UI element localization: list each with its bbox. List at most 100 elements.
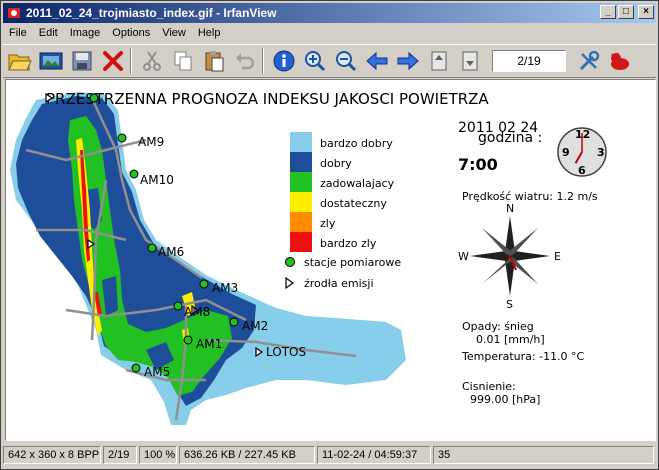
copy-button[interactable]: [169, 47, 197, 75]
precipitation-value: 0.01 [mm/h]: [476, 333, 545, 346]
legend-emission-label: źrodła emisji: [304, 277, 374, 290]
clock-icon: 12 3 6 9: [557, 127, 607, 177]
menu-image[interactable]: Image: [64, 27, 107, 39]
previous-button[interactable]: [363, 47, 391, 75]
legend-swatch-dostateczny: [290, 192, 312, 212]
zoom-in-button[interactable]: [301, 47, 329, 75]
station-label-am1: AM1: [196, 337, 222, 351]
open-button[interactable]: [6, 47, 34, 75]
scissors-icon: [143, 51, 161, 71]
legend-label-bardzo-zly: bardzo zly: [320, 237, 377, 250]
status-dimensions: 642 x 360 x 8 BPP: [3, 446, 101, 464]
legend-stations-label: stacje pomiarowe: [304, 256, 401, 269]
paste-clipboard-icon: [205, 51, 224, 72]
maximize-button[interactable]: □: [618, 5, 634, 19]
station-marker: [131, 363, 141, 373]
legend-label-bardzo-dobry: bardzo dobry: [320, 137, 393, 150]
station-label-am10: AM10: [140, 173, 174, 187]
station-marker: [183, 335, 193, 345]
station-marker: [229, 317, 239, 327]
station-label-am2: AM2: [242, 319, 268, 333]
legend-label-zly: zly: [320, 217, 336, 230]
menu-file[interactable]: File: [3, 27, 33, 39]
station-marker: [147, 243, 157, 253]
window-title: 2011_02_24_trojmiasto_index.gif - IrfanV…: [26, 6, 277, 20]
temperature: Temperatura: -11.0 °C: [461, 350, 585, 363]
station-marker: [199, 279, 209, 289]
status-extra: 35: [433, 446, 654, 464]
folder-open-icon: [8, 54, 32, 71]
settings-button[interactable]: [575, 47, 603, 75]
precipitation-label: Opady: śnieg: [462, 320, 534, 333]
thumbnails-button[interactable]: [37, 47, 65, 75]
station-label-am8: AM8: [184, 305, 210, 319]
arrow-right-icon: [397, 51, 419, 71]
station-marker: [89, 93, 99, 103]
toolbar: 2/19: [3, 44, 656, 78]
menu-edit[interactable]: Edit: [33, 27, 64, 39]
page-up-icon: [431, 51, 447, 71]
irfanview-app-icon: [8, 8, 20, 18]
status-zoom: 100 %: [139, 446, 177, 464]
tools-icon: [579, 50, 600, 71]
menu-help[interactable]: Help: [192, 27, 227, 39]
station-label-am9: AM9: [138, 135, 164, 149]
status-datetime: 11-02-24 / 04:59:37: [317, 446, 431, 464]
forecast-hour: 7:00: [458, 155, 498, 174]
status-page: 2/19: [103, 446, 137, 464]
compass-label-n: N: [506, 202, 514, 215]
copy-icon: [174, 51, 192, 71]
legend-swatch-dobry: [290, 152, 312, 172]
hour-label: godzina :: [478, 130, 542, 146]
zoom-out-button[interactable]: [332, 47, 360, 75]
about-button[interactable]: [606, 47, 634, 75]
station-label-lotos: LOTOS: [266, 345, 306, 359]
thumbnails-icon: [39, 52, 63, 70]
menu-options[interactable]: Options: [106, 27, 156, 39]
legend-label-dobry: dobry: [320, 157, 352, 170]
pressure-label: Cisnienie:: [462, 380, 516, 393]
compass-label-w: W: [458, 250, 469, 263]
last-page-button[interactable]: [456, 47, 484, 75]
minimize-button[interactable]: _: [600, 5, 616, 19]
clock-numeral-6: 6: [578, 164, 586, 177]
clock-numeral-9: 9: [562, 146, 570, 159]
legend-station-marker: [285, 257, 295, 267]
legend-swatch-bardzo-dobry: [290, 132, 312, 152]
pressure-value: 999.00 [hPa]: [470, 393, 540, 406]
title-bar[interactable]: 2011_02_24_trojmiasto_index.gif - IrfanV…: [3, 3, 656, 23]
station-label-am5: AM5: [144, 365, 170, 379]
undo-button[interactable]: [231, 47, 259, 75]
cut-button[interactable]: [138, 47, 166, 75]
menu-view[interactable]: View: [156, 27, 192, 39]
delete-button[interactable]: [99, 47, 127, 75]
toolbar-separator: [130, 48, 132, 74]
irfanview-window: 2011_02_24_trojmiasto_index.gif - IrfanV…: [0, 0, 659, 470]
info-icon: [273, 50, 295, 72]
compass-label-e: E: [554, 250, 561, 263]
info-button[interactable]: [270, 47, 298, 75]
station-label-am6: AM6: [158, 245, 184, 259]
station-marker: [173, 301, 183, 311]
image-canvas[interactable]: PRZESTRZENNA PROGNOZA INDEKSU JAKOSCI PO…: [5, 79, 656, 441]
station-marker: [117, 133, 127, 143]
legend-swatch-zadowalajacy: [290, 172, 312, 192]
save-button[interactable]: [68, 47, 96, 75]
first-page-button[interactable]: [425, 47, 453, 75]
undo-arrow-icon: [236, 53, 255, 70]
paste-button[interactable]: [200, 47, 228, 75]
close-button[interactable]: ×: [638, 5, 654, 19]
arrow-left-icon: [366, 51, 388, 71]
clock-numeral-3: 3: [597, 146, 605, 159]
air-quality-forecast-map: PRZESTRZENNA PROGNOZA INDEKSU JAKOSCI PO…: [6, 80, 648, 440]
next-button[interactable]: [394, 47, 422, 75]
delete-x-icon: [103, 51, 123, 71]
legend-label-dostateczny: dostateczny: [320, 197, 387, 210]
legend-swatch-bardzo-zly: [290, 232, 312, 252]
page-number-field[interactable]: 2/19: [492, 50, 566, 72]
floppy-disk-icon: [72, 51, 92, 71]
compass-label-s: S: [506, 298, 513, 311]
zoom-in-icon: [305, 51, 326, 72]
page-down-icon: [462, 51, 478, 71]
wind-speed: Prędkość wiatru: 1.2 m/s: [462, 190, 598, 203]
